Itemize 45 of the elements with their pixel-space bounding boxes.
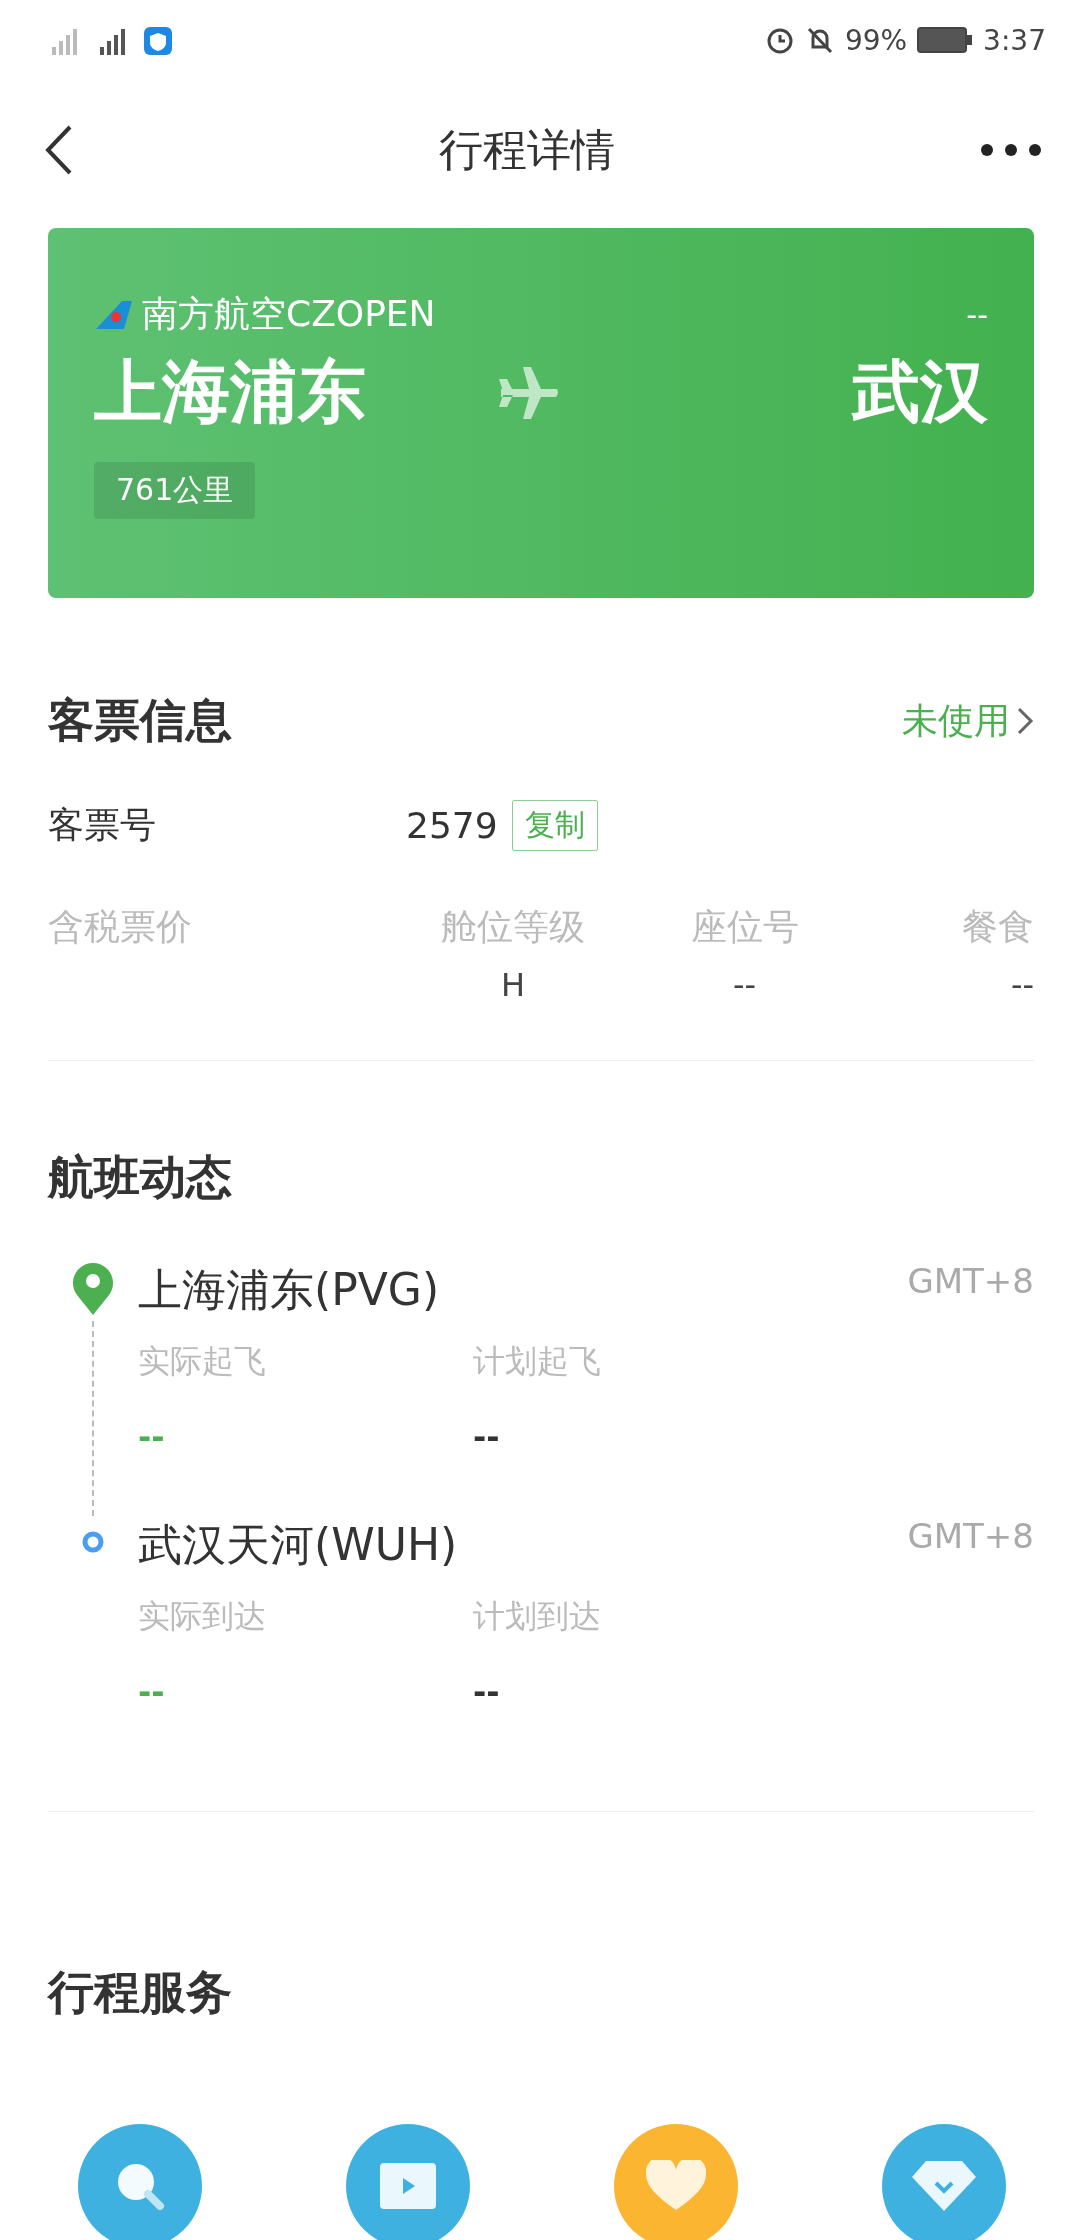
battery-percent: 99% <box>844 23 908 57</box>
info-label: 含税票价 <box>48 905 192 949</box>
ticket-status-link[interactable]: 未使用 <box>902 696 1034 746</box>
more-button[interactable] <box>980 143 1042 157</box>
ticket-number-label: 客票号 <box>48 803 156 847</box>
ticket-number: 2579 <box>406 805 498 846</box>
distance-badge: 761公里 <box>94 462 256 519</box>
copy-button[interactable]: 复制 <box>511 800 598 851</box>
info-label: 舱位等级 <box>441 905 585 949</box>
circle-icon <box>81 1530 105 1554</box>
heart-icon <box>646 2160 706 2212</box>
time-label: 计划起飞 <box>473 1341 602 1382</box>
time-label: 实际起飞 <box>138 1341 267 1382</box>
flight-status: -- <box>966 297 988 332</box>
back-button[interactable] <box>44 124 74 176</box>
time-value: -- <box>138 1418 166 1456</box>
info-label: 座位号 <box>690 905 799 949</box>
location-pin-icon <box>71 1261 115 1315</box>
time-value: -- <box>473 1673 501 1711</box>
info-label: 餐食 <box>962 905 1034 949</box>
info-value: H <box>500 966 526 1004</box>
chevron-icon <box>1016 706 1034 736</box>
timezone: GMT+8 <box>907 1516 1034 1558</box>
page-title: 行程详情 <box>439 122 615 177</box>
timezone: GMT+8 <box>907 1261 1034 1303</box>
diamond-icon <box>912 2161 976 2211</box>
section-title: 客票信息 <box>48 692 232 749</box>
airline-logo-icon <box>94 298 134 331</box>
info-value: -- <box>732 966 757 1004</box>
time-label: 实际到达 <box>138 1596 267 1637</box>
destination-city: 武汉 <box>852 351 988 433</box>
airport-name: 上海浦东(PVG) <box>138 1264 440 1315</box>
time-value: -- <box>138 1673 166 1711</box>
video-icon <box>380 2163 436 2209</box>
clock-time: 3:37 <box>983 23 1046 57</box>
time-label: 计划到达 <box>473 1596 602 1637</box>
airport-name: 武汉天河(WUH) <box>138 1519 458 1570</box>
airline-name: 南方航空CZOPEN <box>142 292 436 336</box>
battery-icon <box>917 27 974 53</box>
section-title: 航班动态 <box>48 1150 232 1204</box>
plane-icon <box>499 366 559 419</box>
origin-city: 上海浦东 <box>94 351 366 433</box>
time-value: -- <box>473 1418 501 1456</box>
section-title: 行程服务 <box>48 1965 232 2019</box>
info-value: -- <box>1010 966 1034 1004</box>
